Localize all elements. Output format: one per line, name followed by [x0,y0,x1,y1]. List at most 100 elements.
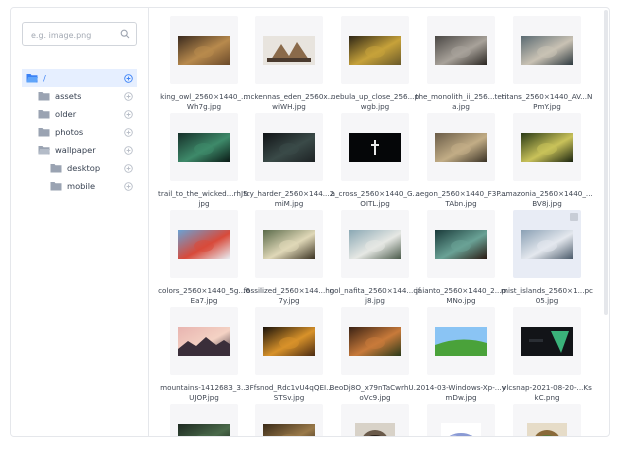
file-thumbnail[interactable] [170,210,238,278]
file-tile[interactable] [341,404,409,436]
file-tile[interactable]: mist_islands_2560×1...pc05.jpg [501,210,593,305]
tree-item-wallpaper[interactable]: wallpaper [22,141,137,159]
file-name: 3Ffsnod_Rdc1vU4qQEI...STSv.jpg [245,383,333,402]
file-tile[interactable]: 3Ffsnod_Rdc1vU4qQEI...STSv.jpg [245,307,333,402]
search-box[interactable] [22,22,137,47]
file-thumbnail[interactable] [170,404,238,436]
file-thumbnail[interactable] [513,16,581,84]
add-circle-icon[interactable] [124,128,133,137]
file-tile[interactable] [513,404,581,436]
file-tile[interactable] [170,404,238,436]
thumbnail-image [178,35,230,65]
thumbnail-image [521,132,573,162]
add-circle-icon[interactable] [124,74,133,83]
file-tile[interactable]: king_owl_2560×1440_...Wh7g.jpg [160,16,248,111]
add-circle-icon[interactable] [124,164,133,173]
file-name: mist_islands_2560×1...pc05.jpg [501,286,594,305]
file-tile[interactable]: vlcsnap-2021-08-20-...KskC.png [502,307,592,402]
file-thumbnail[interactable] [341,210,409,278]
tree-item-older[interactable]: older [22,105,137,123]
file-thumbnail[interactable] [513,113,581,181]
file-name: gol_nafita_2560×144...qfj8.jpg [329,286,421,305]
file-name: titans_2560×1440_AV...NPmY.jpg [501,92,593,111]
tree-item-photos[interactable]: photos [22,123,137,141]
file-tile[interactable]: BeoDj8O_x79nTaCwrhU...oVc9.jpg [329,307,421,402]
file-thumbnail[interactable] [255,307,323,375]
tree-item-desktop[interactable]: desktop [22,159,137,177]
thumbnail-image [349,132,401,162]
file-thumbnail[interactable] [255,404,323,436]
file-thumbnail[interactable] [170,307,238,375]
thumbnail-image [521,326,573,356]
file-name: colors_2560×1440_5g...6Ea7.jpg [158,286,250,305]
file-thumbnail[interactable] [427,307,495,375]
file-name: king_owl_2560×1440_...Wh7g.jpg [160,92,248,111]
file-thumbnail[interactable] [427,404,495,436]
file-thumbnail[interactable] [170,16,238,84]
tree-item-label: mobile [67,181,96,191]
tree-item-label: photos [55,127,84,137]
file-name: BeoDj8O_x79nTaCwrhU...oVc9.jpg [329,383,421,402]
remove-icon[interactable] [570,213,578,221]
file-thumbnail[interactable] [255,210,323,278]
file-tile[interactable]: amazonia_2560×1440_...BV8j.jpg [501,113,593,208]
file-tile[interactable]: try_harder_2560×144...2miM.jpg [244,113,334,208]
file-thumbnail[interactable] [341,16,409,84]
thumbnail-image [435,132,487,162]
file-thumbnail[interactable] [427,113,495,181]
thumbnail-image [349,326,401,356]
search-icon[interactable] [120,29,130,39]
file-grid: king_owl_2560×1440_...Wh7g.jpg mckennas_e… [150,8,609,436]
file-thumbnail[interactable] [427,210,495,278]
file-tile[interactable]: fossilized_2560×144...hn7y.jpg [244,210,334,305]
file-name: mountains-1412683_3...UJOP.jpg [160,383,248,402]
file-tile[interactable]: trail_to_the_wicked...rhJS.jpg [158,113,250,208]
file-tile[interactable]: gol_nafita_2560×144...qfj8.jpg [330,210,420,305]
file-tile[interactable]: 2014-03-Windows-Xp-...ymDw.jpg [416,307,506,402]
file-thumbnail[interactable] [427,16,495,84]
file-tile[interactable]: aegon_2560×1440_F3P...TAbn.jpg [416,113,506,208]
folder-open-icon [26,74,38,83]
file-thumbnail[interactable] [170,113,238,181]
file-tile[interactable]: a_cross_2560×1440_G...OITL.jpg [331,113,419,208]
thumbnail-image [263,229,315,259]
add-circle-icon[interactable] [124,146,133,155]
tree-item-mobile[interactable]: mobile [22,177,137,195]
scrollbar[interactable] [604,10,608,315]
folder-tree: / assets older photos wallpaper desktop mobile [22,69,137,195]
file-tile[interactable]: nebula_up_close_256...pwgb.jpg [331,16,419,111]
file-thumbnail[interactable] [341,113,409,181]
thumbnail-image [178,132,230,162]
thumbnail-image [263,423,315,436]
add-circle-icon[interactable] [124,182,133,191]
file-tile[interactable]: titans_2560×1440_AV...NPmY.jpg [502,16,592,111]
file-thumbnail[interactable] [513,210,581,278]
file-thumbnail[interactable] [341,307,409,375]
file-tile[interactable] [427,404,495,436]
thumbnail-image [441,423,481,436]
file-tile[interactable]: mckennas_eden_2560x...wiWH.jpg [243,16,335,111]
file-tile[interactable]: mountains-1412683_3...UJOP.jpg [160,307,248,402]
file-tile[interactable]: colors_2560×1440_5g...6Ea7.jpg [158,210,250,305]
search-input[interactable] [23,24,115,47]
thumbnail-image [521,35,573,65]
file-tile[interactable]: the_monolith_ii_256...tena.jpg [416,16,506,111]
file-thumbnail[interactable] [341,404,409,436]
folder-icon [50,182,62,191]
thumbnail-image [527,423,567,436]
file-tile[interactable]: jaianto_2560×1440_2...pMNo.jpg [416,210,506,305]
file-tile[interactable] [255,404,323,436]
thumbnail-image [435,326,487,356]
file-thumbnail[interactable] [255,113,323,181]
file-thumbnail[interactable] [513,307,581,375]
folder-icon [38,128,50,137]
tree-item-root[interactable]: / [22,69,137,87]
add-circle-icon[interactable] [124,110,133,119]
tree-item-assets[interactable]: assets [22,87,137,105]
add-circle-icon[interactable] [124,92,133,101]
file-thumbnail[interactable] [513,404,581,436]
file-thumbnail[interactable] [255,16,323,84]
tree-item-label: wallpaper [55,145,96,155]
tree-item-label: older [55,109,77,119]
file-name: fossilized_2560×144...hn7y.jpg [243,286,335,305]
